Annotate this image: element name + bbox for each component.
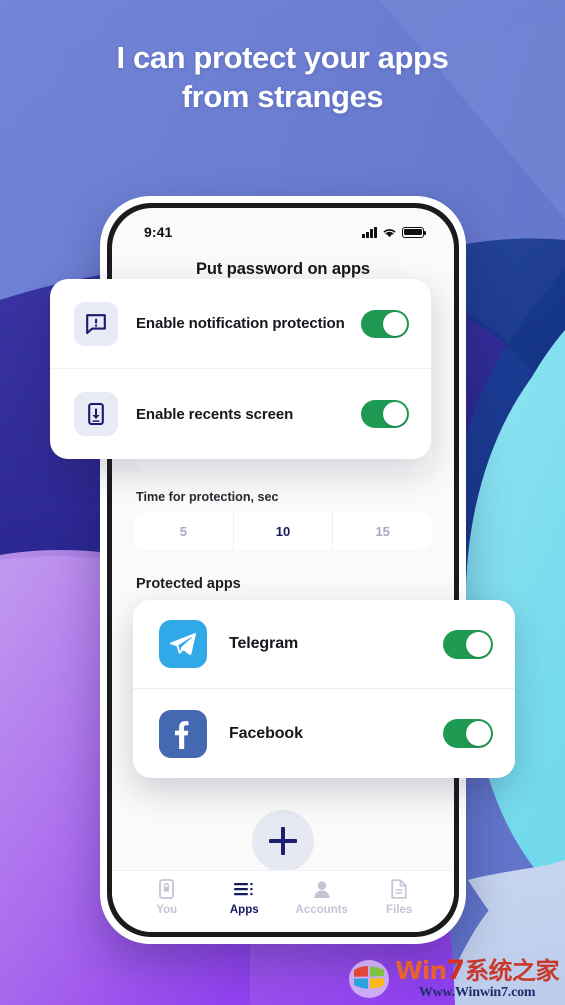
facebook-icon [159,709,207,758]
headline-line-1: I can protect your apps [116,40,449,75]
app-row-telegram[interactable]: Telegram [133,600,515,689]
settings-card: Enable notification protection Enable re… [50,279,431,459]
toggle-knob [383,311,407,336]
watermark-7: 7 [446,955,465,986]
tab-you-label: You [156,904,178,916]
tab-files-label: Files [386,904,413,916]
signal-icon [362,226,377,238]
person-icon [313,879,331,899]
toggle-knob [466,721,491,746]
setting-label-recents-screen: Enable recents screen [136,405,294,423]
screenshot-root: I can protect your apps from stranges 9:… [0,0,565,1005]
app-name-telegram: Telegram [229,635,299,652]
status-icons [362,226,427,238]
watermark-text: Win 7 系统之家 Www.Winwin7.com [395,957,559,1001]
status-time: 9:41 [144,224,173,240]
tab-accounts-label: Accounts [295,904,348,916]
toggle-facebook[interactable] [443,719,493,748]
time-section-label: Time for protection, sec [136,490,279,504]
list-icon [234,879,254,899]
tab-you[interactable]: You [131,879,203,916]
tab-accounts[interactable]: Accounts [286,879,358,916]
toggle-recents-screen[interactable] [361,400,409,428]
watermark-win: Win [395,956,447,985]
wifi-icon [383,228,396,237]
tab-apps[interactable]: Apps [208,879,280,916]
tab-files[interactable]: Files [363,879,435,916]
time-segmented-control: 5 10 15 [134,512,432,550]
plus-icon [269,827,297,855]
telegram-icon [159,620,207,668]
headline-line-2: from stranges [181,79,384,115]
tab-apps-label: Apps [229,904,259,916]
page-title: Put password on apps [195,260,371,278]
protected-apps-label: Protected apps [136,576,241,592]
watermark-brand: Win 7 系统之家 [395,957,559,984]
phone-download-icon [74,392,118,436]
time-option-10[interactable]: 10 [234,512,334,550]
setting-row-notification-protection[interactable]: Enable notification protection [50,279,431,369]
windows-logo-icon [349,960,390,998]
headline: I can protect your apps from stranges [0,38,565,116]
notification-alert-icon [74,301,118,346]
toggle-notification-protection[interactable] [361,309,409,338]
setting-label-notification-protection: Enable notification protection [136,315,345,332]
bottom-tabbar: You Apps Accounts Files [112,870,454,932]
app-name-facebook: Facebook [229,724,303,742]
toggle-telegram[interactable] [443,629,493,659]
time-option-15[interactable]: 15 [333,512,432,550]
watermark-cn: 系统之家 [465,957,560,985]
battery-icon [402,226,427,238]
document-icon [391,879,407,899]
phone-lock-icon [159,879,175,899]
app-row-facebook[interactable]: Facebook [133,689,515,778]
setting-row-recents-screen[interactable]: Enable recents screen [50,369,431,459]
watermark: Win 7 系统之家 Www.Winwin7.com [348,957,560,1001]
protected-apps-card: Telegram Facebook [133,600,515,778]
watermark-url: Www.Winwin7.com [418,985,536,1000]
status-bar: 9:41 [112,208,454,248]
add-app-button[interactable] [252,810,314,872]
toggle-knob [466,631,491,657]
time-option-5[interactable]: 5 [134,512,234,550]
toggle-knob [383,402,407,426]
